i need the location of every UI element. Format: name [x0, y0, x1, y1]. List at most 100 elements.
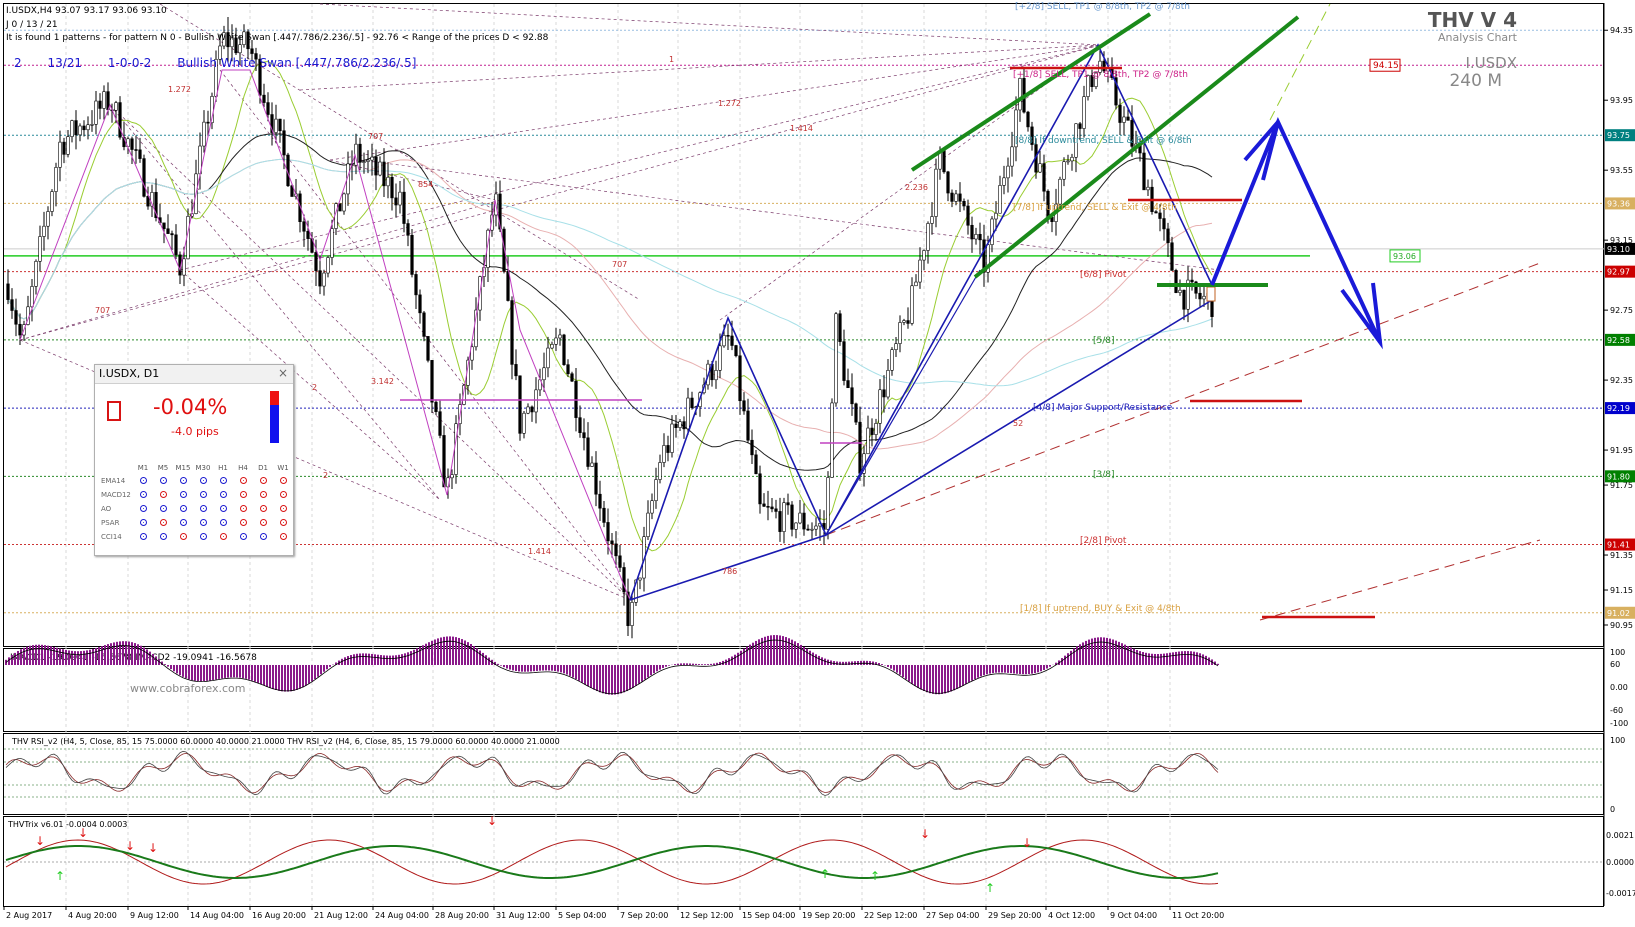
candle-body: [922, 250, 926, 261]
sell-signal-icon: [239, 490, 247, 498]
time-tick-label: 4 Aug 20:00: [68, 911, 117, 920]
candle-body: [566, 364, 570, 375]
inline-price-tag-text: 93.06: [1393, 252, 1416, 261]
buy-signal-icon: [219, 504, 227, 512]
murrey-label: [+1/8] SELL, TP1 @ 8/8th, TP2 @ 7/8th: [1013, 70, 1188, 80]
fib-ratio-label: 786: [722, 567, 737, 576]
channel-upper-line: [910, 12, 1152, 172]
candle-body: [830, 402, 834, 478]
candle-body: [674, 423, 678, 428]
channel-middle-line: [973, 15, 1300, 279]
candle-body: [366, 159, 370, 162]
fib-ratio-label: 52: [1013, 419, 1023, 428]
candle-body: [238, 44, 242, 54]
fib-ratio-label: 707: [368, 132, 383, 141]
candle-body: [754, 454, 758, 475]
candle-body: [670, 423, 674, 453]
sell-signal-icon: [279, 476, 287, 484]
sell-arrow-icon: ↓: [125, 839, 135, 853]
buy-strength-bar: [270, 405, 279, 443]
d1-info-widget[interactable]: I.USDX, D1 × -0.04% -4.0 pips M1 M5 M15 M30…: [94, 364, 294, 556]
signal-cell: [173, 530, 193, 544]
fib-ratio-label: 2: [323, 471, 328, 480]
signal-cell: [153, 502, 173, 516]
fib-ratio-label: 1.272: [718, 99, 741, 108]
trix-tick-label: 0.0021: [1606, 831, 1634, 840]
candle-body: [1174, 270, 1178, 293]
widget-title[interactable]: I.USDX, D1: [95, 365, 293, 384]
timeframe-column-header: M30: [195, 463, 211, 472]
candle-body: [666, 445, 670, 453]
sell-signal-icon: [239, 504, 247, 512]
sell-arrow-icon: ↓: [1022, 836, 1032, 850]
price-tag-text: 91.80: [1607, 472, 1630, 481]
buy-arrow-icon: ↑: [55, 869, 65, 883]
logo-subtitle: Analysis Chart: [1437, 31, 1517, 44]
sell-signal-icon: [159, 518, 167, 526]
signal-cell: [253, 516, 273, 530]
candle-body: [378, 161, 382, 176]
sell-arrow-icon: ↓: [78, 826, 88, 840]
trix-tick-label: 0.0000: [1606, 858, 1634, 867]
candle-body: [438, 411, 442, 436]
sell-signal-icon: [239, 476, 247, 484]
candle-body: [786, 502, 790, 506]
indicator-name: AO: [101, 505, 112, 513]
close-icon[interactable]: ×: [278, 366, 288, 380]
candle-body: [1062, 161, 1066, 180]
candle-body: [618, 555, 622, 568]
candle-body: [174, 234, 178, 256]
arrow-down-icon: [1340, 282, 1383, 350]
candle-body: [170, 233, 174, 236]
candle-body: [910, 285, 914, 324]
signal-cell: [233, 502, 253, 516]
candle-body: [414, 274, 418, 296]
buy-signal-icon: [139, 518, 147, 526]
candle-body: [86, 124, 90, 131]
buy-signal-icon: [199, 490, 207, 498]
candle-body: [914, 281, 918, 287]
buy-signal-icon: [159, 532, 167, 540]
indicator-row: CCI14: [99, 530, 293, 544]
candle-body: [950, 192, 954, 202]
candle-body: [386, 176, 390, 187]
candle-body: [206, 121, 210, 124]
signal-cell: [253, 502, 273, 516]
candle-body: [650, 500, 654, 514]
candle-body: [882, 389, 886, 398]
fib-ratio-label: 707: [612, 260, 627, 269]
fib-ratio-label: 1.414: [528, 547, 551, 556]
signal-cell: [193, 488, 213, 502]
fib-projection-line: [19, 199, 501, 341]
macd-tick-label: 60: [1610, 660, 1620, 669]
macd-tick-label: 100: [1610, 648, 1625, 657]
candle-body: [434, 401, 438, 412]
buy-signal-icon: [199, 504, 207, 512]
candle-body: [518, 375, 522, 434]
signal-cell: [273, 502, 293, 516]
candle-body: [510, 300, 514, 365]
candle-body: [874, 423, 878, 435]
signal-cell: [153, 488, 173, 502]
candle-body: [846, 380, 850, 389]
sell-signal-icon: [259, 504, 267, 512]
change-pips: -4.0 pips: [171, 425, 219, 438]
candle-body: [306, 230, 310, 239]
candle-body: [894, 343, 898, 350]
candle-body: [102, 91, 106, 109]
murrey-label: [8/8] If downtrend, SELL & Exit @ 6/8th: [1015, 136, 1192, 146]
candle-body: [282, 130, 286, 156]
sell-arrow-icon: ↓: [148, 841, 158, 855]
indicator-grid: M1 M5 M15 M30 H1 H4 D1 W1 EMA14 MACD12 AO PSAR CCI1…: [99, 461, 293, 544]
time-tick-label: 29 Sep 20:00: [988, 911, 1041, 920]
time-tick-label: 4 Oct 12:00: [1048, 911, 1095, 920]
price-tick-label: 91.35: [1610, 551, 1633, 560]
candle-body: [426, 336, 430, 361]
symbol-label: I.USDX: [1465, 54, 1517, 72]
candle-body: [654, 479, 658, 502]
candle-body: [278, 118, 282, 132]
buy-signal-icon: [139, 532, 147, 540]
candle-body: [550, 344, 554, 349]
sell-arrow-icon: ↓: [487, 814, 497, 828]
candle-body: [610, 540, 614, 545]
